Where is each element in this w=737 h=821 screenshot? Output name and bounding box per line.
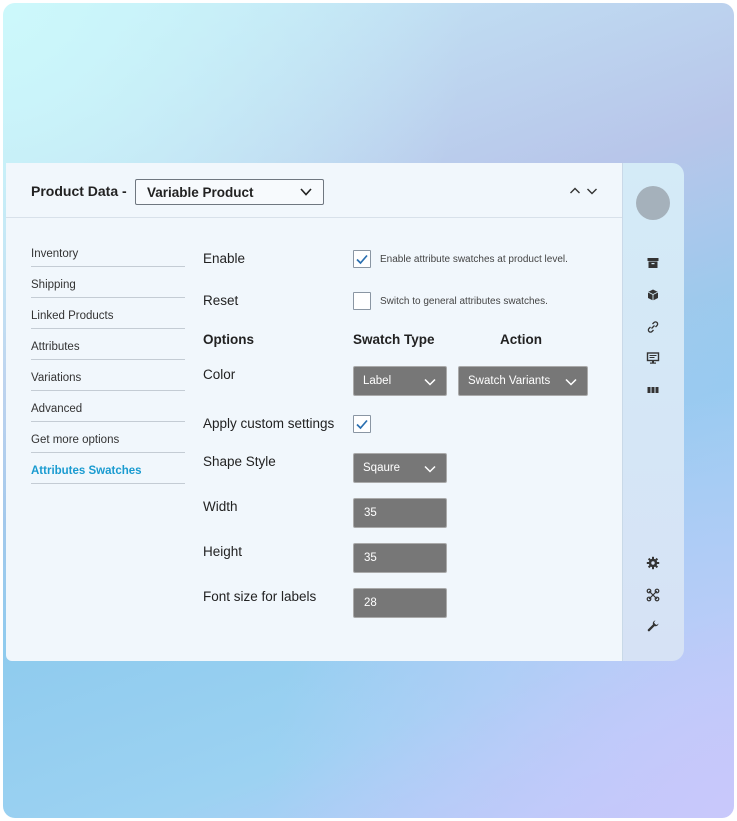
link-icon[interactable] — [645, 319, 661, 335]
divider — [31, 359, 185, 360]
width-input[interactable]: 35 — [353, 498, 447, 528]
product-data-label: Product Data - — [31, 183, 127, 199]
font-size-value: 28 — [364, 597, 377, 609]
shape-style-label: Shape Style — [203, 454, 276, 469]
gradient-background: Product Data - Variable Product Inventor… — [3, 3, 734, 818]
divider — [31, 328, 185, 329]
enable-checkbox[interactable] — [353, 250, 371, 268]
tab-shipping[interactable]: Shipping — [31, 272, 185, 303]
checkmark-icon — [356, 254, 368, 265]
font-size-label: Font size for labels — [203, 589, 317, 604]
tab-label: Variations — [31, 372, 82, 384]
archive-icon[interactable] — [645, 255, 661, 271]
tab-label: Shipping — [31, 279, 76, 291]
divider — [31, 297, 185, 298]
swatch-type-value: Label — [363, 375, 392, 387]
height-input[interactable]: 35 — [353, 543, 447, 573]
swatch-type-select[interactable]: Label — [353, 366, 447, 396]
action-select[interactable]: Swatch Variants — [458, 366, 588, 396]
divider — [31, 390, 185, 391]
enable-description: Enable attribute swatches at product lev… — [380, 254, 568, 265]
product-type-select[interactable]: Variable Product — [135, 179, 324, 205]
divider — [31, 266, 185, 267]
enable-label: Enable — [203, 251, 246, 266]
reset-checkbox[interactable] — [353, 292, 371, 310]
chevron-down-icon — [424, 465, 436, 473]
tab-label: Linked Products — [31, 310, 114, 322]
product-data-panel: Product Data - Variable Product Inventor… — [6, 163, 684, 661]
main-panel: Product Data - Variable Product Inventor… — [6, 163, 622, 661]
gear-icon[interactable] — [645, 555, 661, 571]
chevron-down-icon — [424, 378, 436, 386]
panel-header: Product Data - Variable Product — [6, 163, 622, 218]
tab-attributes[interactable]: Attributes — [31, 334, 185, 365]
chevron-down-icon[interactable] — [586, 185, 598, 197]
tab-advanced[interactable]: Advanced — [31, 396, 185, 427]
tab-variations[interactable]: Variations — [31, 365, 185, 396]
action-value: Swatch Variants — [468, 375, 551, 387]
swatch-type-heading: Swatch Type — [353, 332, 435, 347]
font-size-input[interactable]: 28 — [353, 588, 447, 618]
chevron-up-icon[interactable] — [569, 185, 581, 197]
product-type-value: Variable Product — [147, 185, 254, 200]
wrench-icon[interactable] — [645, 618, 661, 634]
reset-description: Switch to general attributes swatches. — [380, 296, 548, 307]
tab-label: Advanced — [31, 403, 83, 415]
checkmark-icon — [356, 419, 368, 430]
width-value: 35 — [364, 507, 377, 519]
network-icon[interactable] — [645, 587, 661, 603]
box-icon[interactable] — [645, 287, 661, 303]
divider — [31, 483, 185, 484]
shape-style-value: Sqaure — [363, 462, 401, 474]
tab-inventory[interactable]: Inventory — [31, 241, 185, 272]
grid-icon[interactable] — [645, 382, 661, 398]
chevron-down-icon — [565, 378, 577, 386]
action-heading: Action — [500, 332, 542, 347]
custom-settings-label: Apply custom settings — [203, 416, 335, 431]
tab-label: Attributes Swatches — [31, 465, 142, 477]
admin-icon-rail — [622, 163, 684, 661]
tab-attributes-swatches[interactable]: Attributes Swatches — [31, 458, 185, 489]
tab-linked-products[interactable]: Linked Products — [31, 303, 185, 334]
tab-label: Get more options — [31, 434, 120, 446]
monitor-icon[interactable] — [645, 350, 661, 366]
tab-label: Inventory — [31, 248, 79, 260]
divider — [31, 421, 185, 422]
shape-style-select[interactable]: Sqaure — [353, 453, 447, 483]
height-value: 35 — [364, 552, 377, 564]
avatar[interactable] — [636, 186, 670, 220]
options-heading: Options — [203, 332, 254, 347]
width-label: Width — [203, 499, 238, 514]
reset-label: Reset — [203, 293, 239, 308]
chevron-down-icon — [300, 188, 312, 196]
custom-settings-checkbox[interactable] — [353, 415, 371, 433]
tab-label: Attributes — [31, 341, 80, 353]
product-data-tabs: Inventory Shipping Linked Products Attri… — [31, 241, 185, 489]
color-label: Color — [203, 367, 236, 382]
height-label: Height — [203, 544, 243, 559]
divider — [31, 452, 185, 453]
tab-get-more-options[interactable]: Get more options — [31, 427, 185, 458]
